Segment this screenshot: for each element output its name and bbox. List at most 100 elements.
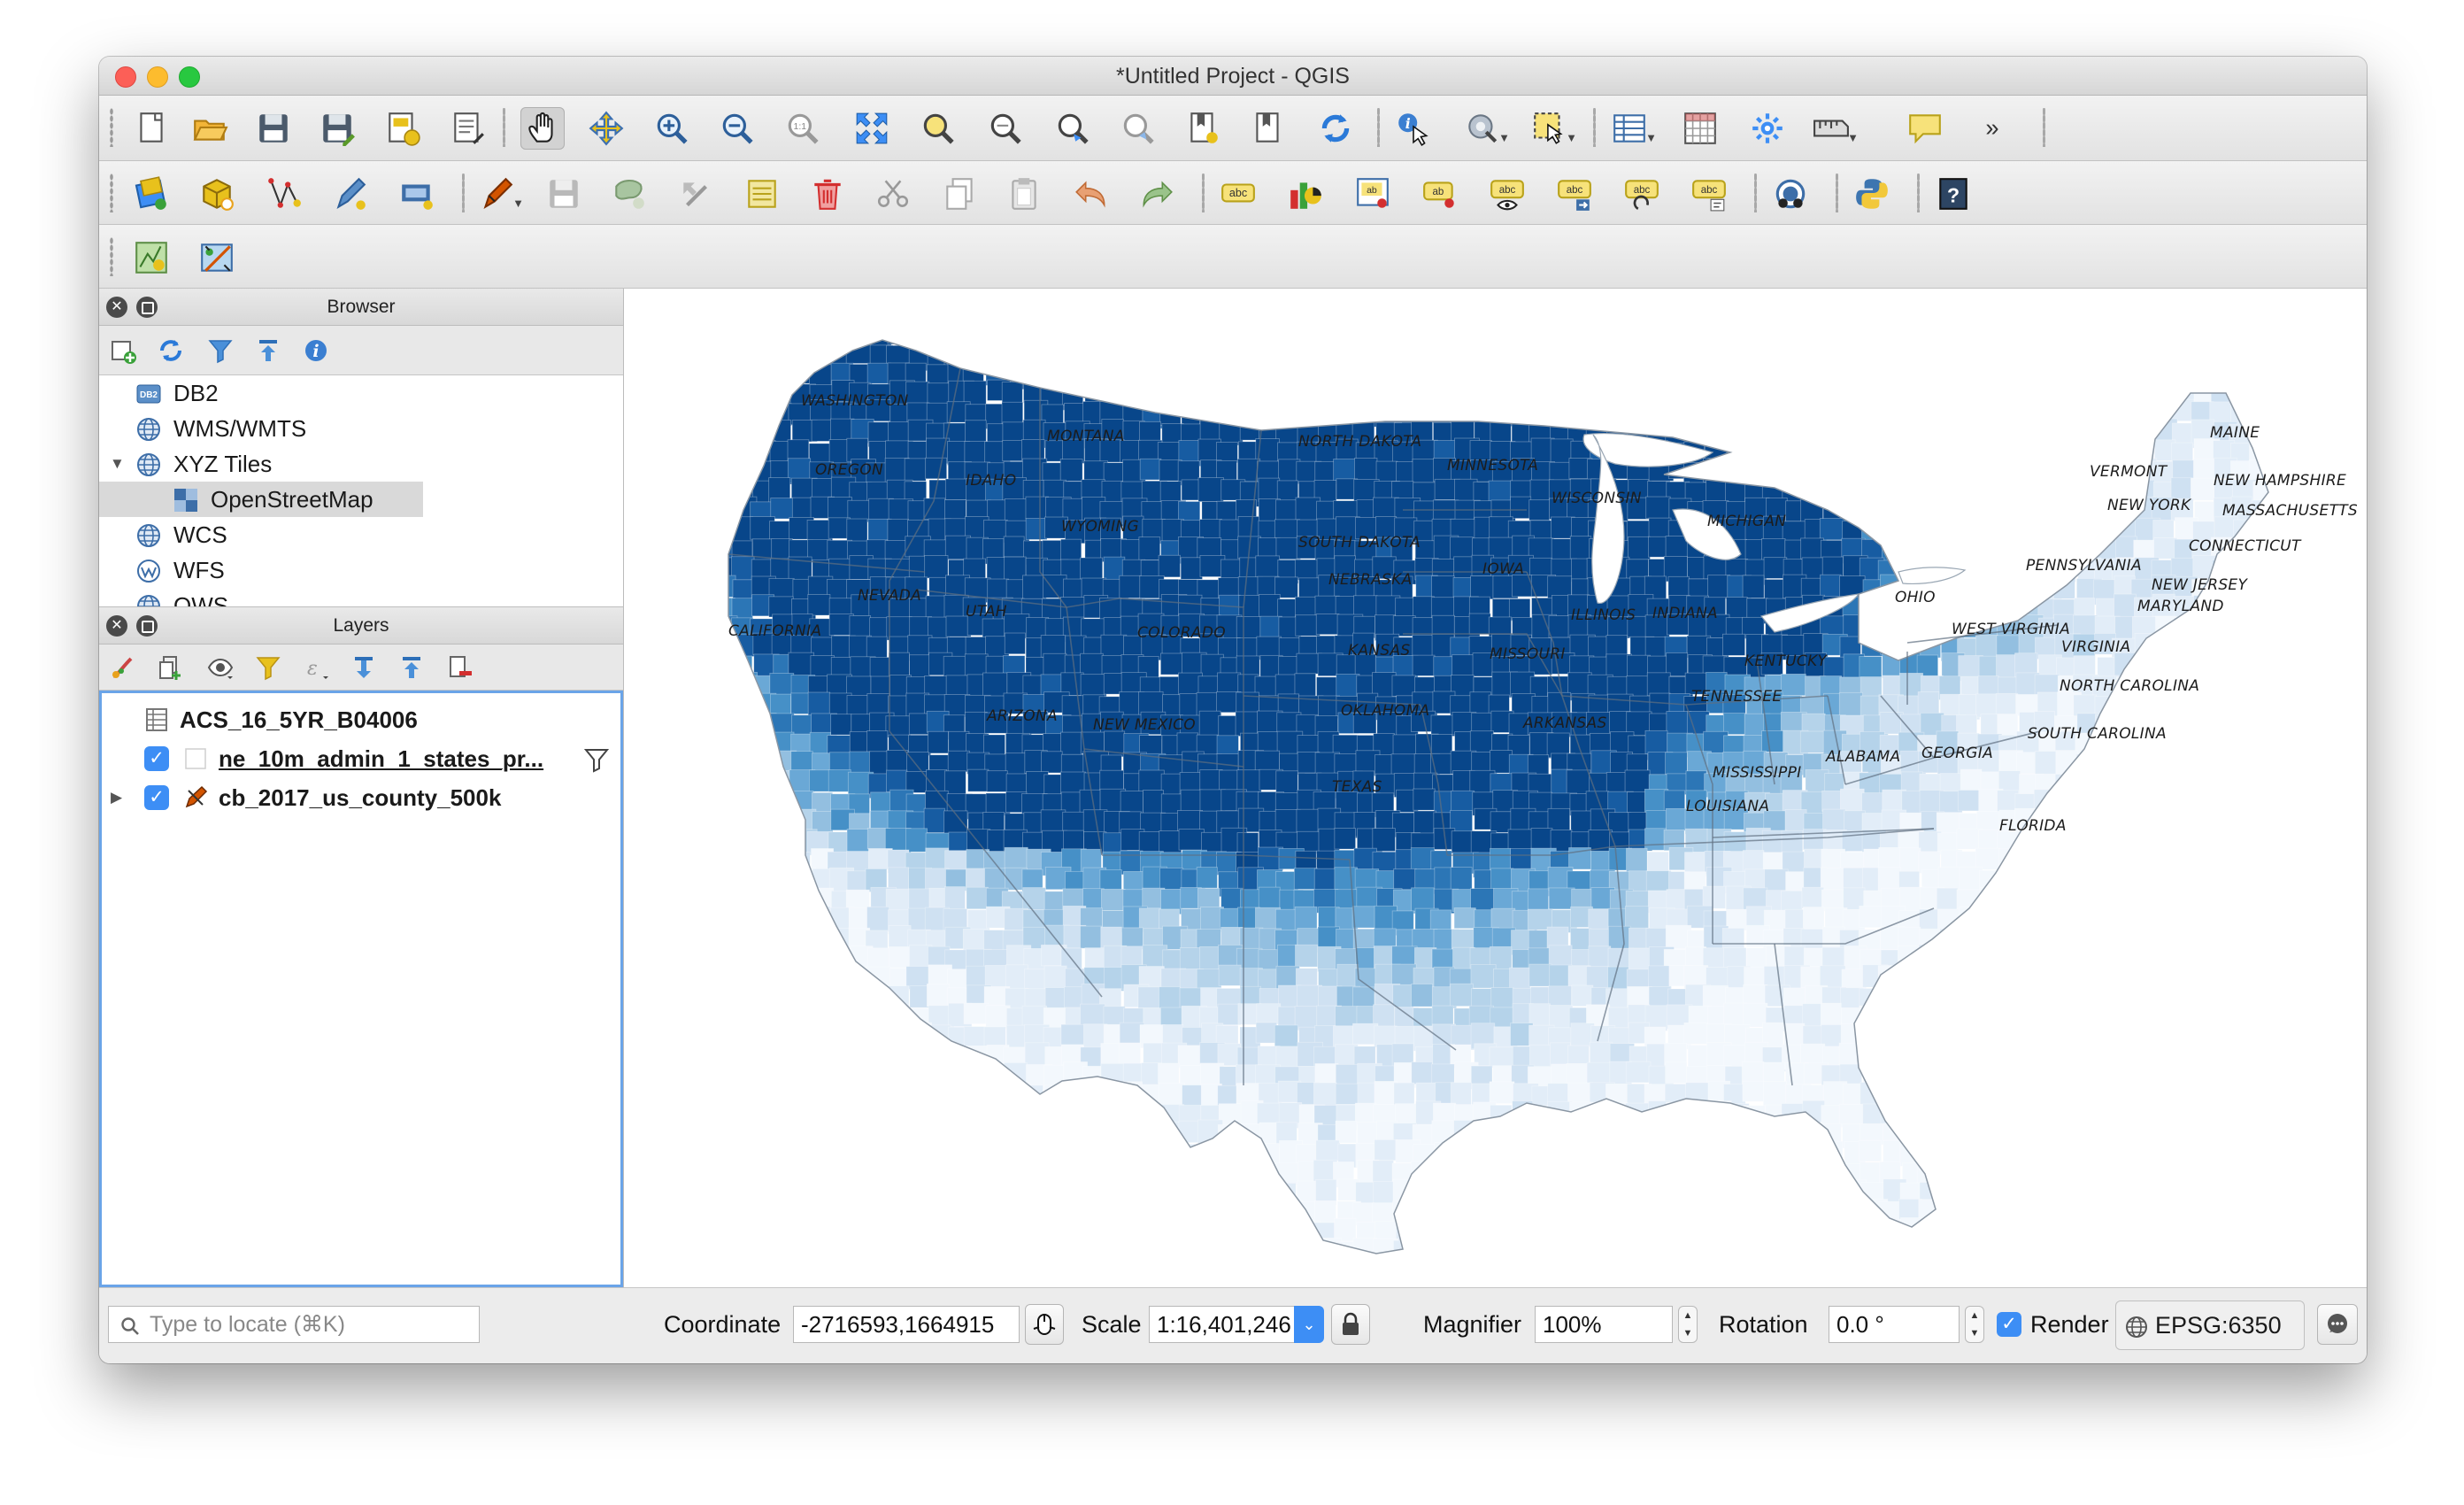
- add-feature-button[interactable]: [607, 173, 651, 215]
- refresh-button[interactable]: [1313, 107, 1358, 150]
- show-bookmarks-button[interactable]: [1246, 107, 1290, 150]
- add-selected-layers-icon[interactable]: [106, 334, 140, 367]
- cut-features-button[interactable]: [871, 173, 915, 215]
- new-project-button[interactable]: [129, 107, 173, 150]
- browser-item-wfs[interactable]: WFS: [99, 552, 623, 588]
- render-checkbox[interactable]: ✓: [1997, 1312, 2021, 1337]
- pan-to-selection-button[interactable]: [584, 107, 628, 150]
- info-icon[interactable]: i: [299, 334, 333, 367]
- move-feature-button[interactable]: [674, 173, 719, 215]
- data-source-manager-button[interactable]: [129, 173, 173, 215]
- undo-button[interactable]: [1069, 173, 1113, 215]
- style-manager-icon[interactable]: [106, 651, 140, 684]
- python-console-button[interactable]: [1850, 173, 1894, 215]
- toolbar-grip[interactable]: [110, 174, 113, 212]
- zoom-out-button[interactable]: [715, 107, 759, 150]
- add-group-icon[interactable]: [154, 651, 188, 684]
- browser-tree[interactable]: DB2 DB2 WMS/WMTS ▼ XYZ Tiles OpenStreetMap WCS…: [99, 375, 623, 607]
- layer-expand-toggle[interactable]: ▶: [111, 778, 122, 817]
- map-canvas[interactable]: WASHINGTON MONTANA NORTH DAKOTA MAINE OREGON…: [623, 289, 2367, 1287]
- zoom-full-button[interactable]: [850, 107, 894, 150]
- paste-features-button[interactable]: [1002, 173, 1046, 215]
- locate-input[interactable]: Type to locate (⌘K): [108, 1306, 480, 1343]
- browser-item-wcs[interactable]: WCS: [99, 517, 623, 552]
- zoom-to-layer-button[interactable]: [982, 107, 1027, 150]
- layout-manager-button[interactable]: [446, 107, 490, 150]
- browser-item-xyz-tiles[interactable]: ▼ XYZ Tiles: [99, 446, 623, 482]
- expand-toggle[interactable]: ▼: [110, 446, 125, 482]
- open-attribute-table-button[interactable]: ▼: [1607, 107, 1657, 150]
- new-geopackage-layer-button[interactable]: [195, 173, 239, 215]
- manage-map-themes-icon[interactable]: [204, 651, 237, 684]
- toggle-extents-button[interactable]: [1025, 1304, 1064, 1345]
- window-zoom-button[interactable]: [179, 66, 200, 88]
- browser-item-db2[interactable]: DB2 DB2: [99, 375, 623, 411]
- layer-row[interactable]: ACS_16_5YR_B04006: [102, 700, 620, 739]
- overflow-menu-button[interactable]: »: [1970, 107, 2014, 150]
- expand-all-icon[interactable]: [347, 651, 381, 684]
- diagram-options-button[interactable]: [1283, 173, 1328, 215]
- georeferencer-button[interactable]: [195, 236, 239, 279]
- vertex-editor-button[interactable]: [740, 173, 784, 215]
- window-minimize-button[interactable]: [147, 66, 168, 88]
- save-project-button[interactable]: [251, 107, 296, 150]
- browser-item-wms-wmts[interactable]: WMS/WMTS: [99, 411, 623, 446]
- filter-browser-icon[interactable]: [204, 334, 237, 367]
- digitize-button[interactable]: [327, 173, 372, 215]
- layers-float-icon[interactable]: [136, 615, 158, 637]
- run-feature-action-button[interactable]: ▼: [1460, 107, 1510, 150]
- geometry-plugin-button[interactable]: [129, 236, 173, 279]
- save-layer-edits-button[interactable]: [542, 173, 586, 215]
- select-features-button[interactable]: ▼: [1528, 107, 1577, 150]
- coordinate-field[interactable]: -2716593,1664915: [793, 1306, 1020, 1343]
- statistics-button[interactable]: [1745, 107, 1790, 150]
- copy-features-button[interactable]: [938, 173, 982, 215]
- open-project-button[interactable]: [188, 107, 232, 150]
- refresh-browser-icon[interactable]: [154, 334, 188, 367]
- pin-labels-button[interactable]: ab: [1418, 173, 1462, 215]
- zoom-last-button[interactable]: [1050, 107, 1094, 150]
- toggle-editing-button[interactable]: ▼: [474, 173, 524, 215]
- zoom-next-button[interactable]: [1115, 107, 1159, 150]
- layers-close-icon[interactable]: ✕: [106, 615, 127, 637]
- toolbar-grip[interactable]: [110, 108, 113, 147]
- lock-scale-button[interactable]: [1331, 1304, 1370, 1345]
- zoom-to-selection-button[interactable]: [915, 107, 959, 150]
- whats-this-button[interactable]: ?: [1931, 173, 1975, 215]
- rotation-field[interactable]: 0.0 °: [1829, 1306, 1960, 1343]
- filter-icon[interactable]: [583, 746, 610, 773]
- zoom-actual-size-button[interactable]: 1:1: [781, 107, 825, 150]
- field-calculator-button[interactable]: [1678, 107, 1722, 150]
- layer-labeling-button[interactable]: abc: [1216, 173, 1260, 215]
- filter-expression-icon[interactable]: ε: [299, 651, 333, 684]
- save-project-as-button[interactable]: [315, 107, 359, 150]
- crs-button[interactable]: EPSG:6350: [2115, 1300, 2305, 1350]
- messages-button[interactable]: [2317, 1304, 2358, 1345]
- window-close-button[interactable]: [115, 66, 136, 88]
- toolbar-grip[interactable]: [110, 237, 113, 276]
- browser-item-ows[interactable]: OWS: [99, 588, 623, 606]
- layer-row[interactable]: ▶ ✓ cb_2017_us_county_500k: [102, 778, 620, 817]
- current-edits-button[interactable]: [395, 173, 439, 215]
- identify-features-button[interactable]: i: [1391, 107, 1436, 150]
- browser-close-icon[interactable]: ✕: [106, 297, 127, 318]
- layer-row[interactable]: ✓ ne_10m_admin_1_states_pr...: [102, 739, 620, 778]
- gps-button[interactable]: [1768, 173, 1813, 215]
- magnifier-stepper[interactable]: ▲ ▼: [1678, 1306, 1698, 1343]
- map-tips-button[interactable]: [1903, 107, 1947, 150]
- zoom-in-button[interactable]: [650, 107, 694, 150]
- layer-visibility-checkbox[interactable]: ✓: [144, 746, 169, 771]
- magnifier-field[interactable]: 100%: [1535, 1306, 1673, 1343]
- scale-dropdown-button[interactable]: ⌄: [1294, 1306, 1324, 1343]
- change-label-button[interactable]: abc: [1687, 173, 1731, 215]
- scale-field[interactable]: 1:16,401,246: [1149, 1306, 1313, 1343]
- new-print-layout-button[interactable]: [381, 107, 425, 150]
- collapse-all-layers-icon[interactable]: [395, 651, 428, 684]
- rotate-label-button[interactable]: abc: [1620, 173, 1664, 215]
- vertex-tool-button[interactable]: [262, 173, 306, 215]
- move-label-button[interactable]: abc: [1552, 173, 1597, 215]
- pan-map-button[interactable]: [520, 107, 565, 150]
- measure-button[interactable]: ▼: [1809, 107, 1859, 150]
- layer-visibility-checkbox[interactable]: ✓: [144, 785, 169, 810]
- redo-button[interactable]: [1135, 173, 1179, 215]
